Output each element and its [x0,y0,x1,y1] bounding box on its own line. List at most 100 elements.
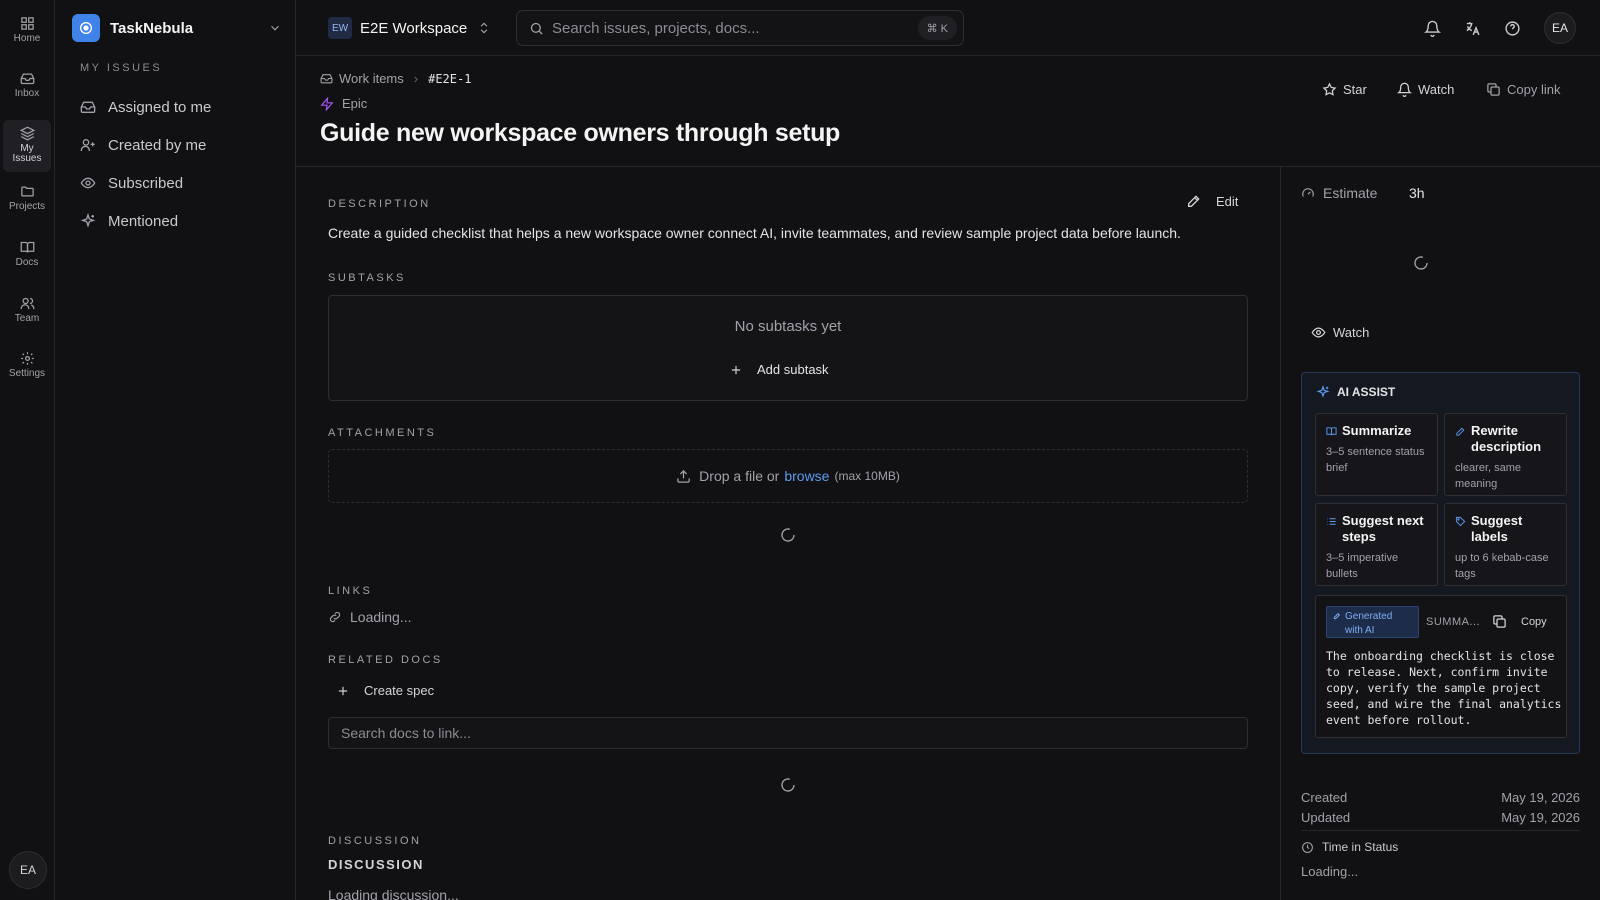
discussion-heading: DISCUSSION [328,857,424,872]
issue-header: Work items › #E2E-1 Epic Guide new works… [296,57,1600,167]
attachment-dropzone[interactable]: Drop a file or browse (max 10MB) [328,449,1248,503]
help-circle-icon [1504,20,1520,36]
issue-type-label: Epic [342,96,368,111]
action-title: Summarize [1342,423,1412,438]
add-subtask-label: Add subtask [757,362,829,377]
rail-item-team[interactable]: Team [3,292,51,328]
sidebar-item-assigned[interactable]: Assigned to me [80,93,280,121]
rail-item-projects[interactable]: Projects [3,180,51,226]
action-title: Suggest labels [1471,513,1523,544]
layers-icon [19,126,35,141]
generated-badge: Generated with AI [1326,606,1419,638]
ai-summarize-button[interactable]: Summarize 3–5 sentence status brief [1315,413,1438,496]
time-in-status-loading: Loading... [1301,864,1359,879]
action-desc: up to 6 kebab-case tags [1455,552,1549,580]
loading-spinner [1413,255,1429,271]
upload-icon [677,469,690,483]
action-title: Rewrite description [1471,423,1542,454]
star-button[interactable]: Star [1322,77,1367,101]
rail-item-home[interactable]: Home [3,12,51,48]
grid-icon [20,17,34,30]
doc-search-input[interactable]: Search docs to link... [328,717,1248,749]
shortcut-badge: ⌘ K [917,16,957,40]
workspace-selector[interactable]: EW E2E Workspace [328,16,491,40]
action-desc: 3–5 sentence status brief [1326,446,1425,474]
help-button[interactable] [1502,18,1522,38]
updated-label: Updated [1301,810,1351,825]
ai-rewrite-button[interactable]: Rewrite description clearer, same meanin… [1444,413,1567,496]
subtasks-box: No subtasks yet Add subtask [328,295,1248,401]
star-icon [1322,81,1337,96]
sidebar-item-label: Created by me [108,136,207,154]
browse-link[interactable]: browse [784,468,829,484]
sidebar-item-mentioned[interactable]: Mentioned [80,207,280,235]
add-subtask-button[interactable]: Add subtask [729,362,829,377]
breadcrumb: Work items › #E2E-1 [320,71,471,86]
time-in-status: Time in Status [1301,840,1398,854]
language-button[interactable] [1462,18,1482,38]
notifications-button[interactable] [1422,18,1442,38]
ai-assist-card: AI ASSIST Summarize 3–5 sentence status … [1301,372,1580,754]
user-avatar[interactable]: EA [9,851,47,889]
watch-toggle[interactable]: Watch [1311,325,1369,340]
description-text: Create a guided checklist that helps a n… [328,225,1181,241]
loading-spinner [780,777,796,793]
edit-description-button[interactable]: Edit [1186,193,1238,209]
topbar: EW E2E Workspace Search issues, projects… [296,0,1600,56]
watch-button[interactable]: Watch [1397,77,1454,101]
max-size-text: (max 10MB) [834,469,900,483]
create-spec-label: Create spec [364,683,435,698]
sidebar-item-subscribed[interactable]: Subscribed [80,169,280,197]
estimate-row[interactable]: Estimate 3h [1301,185,1425,201]
created-value: May 19, 2026 [1501,790,1580,805]
rail-item-my-issues[interactable]: My Issues [3,120,51,172]
workspace-switcher[interactable]: TaskNebula [72,14,282,42]
doc-search-placeholder: Search docs to link... [341,725,471,741]
chevron-right-icon: › [413,71,419,86]
ai-assist-title: AI ASSIST [1337,385,1396,399]
generated-badge-label: Generated with AI [1345,611,1393,636]
discussion-loading: Loading discussion... [328,887,459,900]
rail-item-docs[interactable]: Docs [3,236,51,272]
watch-label: Watch [1418,81,1455,97]
rail-label: Home [13,33,41,44]
translate-icon [1465,21,1480,35]
breadcrumb-root[interactable]: Work items [339,71,404,86]
chevron-updown-icon [480,22,488,34]
rail-item-settings[interactable]: Settings [3,347,51,393]
workspace-name: E2E Workspace [360,19,468,37]
workspace-badge: EW [328,17,352,39]
rail-label: Settings [8,368,46,379]
book-icon [20,241,34,253]
issue-type: Epic [320,96,367,111]
copy-icon [1487,82,1500,96]
copy-link-button[interactable]: Copy link [1486,77,1560,101]
attachments-label: ATTACHMENTS [328,427,437,439]
book-open-icon [1326,427,1337,436]
sidebar-item-created[interactable]: Created by me [80,131,280,159]
copy-result-button[interactable]: Copy [1492,614,1547,629]
app-name: TaskNebula [110,19,194,37]
eye-icon [1311,327,1326,338]
watch-label: Watch [1333,325,1370,340]
ai-suggest-labels-button[interactable]: Suggest labels up to 6 kebab-case tags [1444,503,1567,586]
created-label: Created [1301,790,1348,805]
inbox-icon [80,101,96,113]
related-docs-label: RELATED DOCS [328,654,443,666]
rail-label: My Issues [12,143,42,164]
search-input[interactable]: Search issues, projects, docs... ⌘ K [516,10,964,46]
links-loading-text: Loading... [350,609,412,625]
action-desc: 3–5 imperative bullets [1326,552,1399,580]
subtasks-label: SUBTASKS [328,272,406,284]
time-in-status-label: Time in Status [1322,840,1399,854]
action-title: Suggest next steps [1342,513,1424,544]
user-avatar[interactable]: EA [1544,12,1576,44]
app-logo [72,14,100,42]
rail-item-inbox[interactable]: Inbox [3,67,51,103]
action-desc: clearer, same meaning [1455,462,1522,490]
ai-next-steps-button[interactable]: Suggest next steps 3–5 imperative bullet… [1315,503,1438,586]
breadcrumb-current: #E2E-1 [428,71,472,86]
links-loading: Loading... [328,609,412,625]
pencil-icon [1333,612,1341,620]
create-spec-button[interactable]: Create spec [336,683,434,698]
